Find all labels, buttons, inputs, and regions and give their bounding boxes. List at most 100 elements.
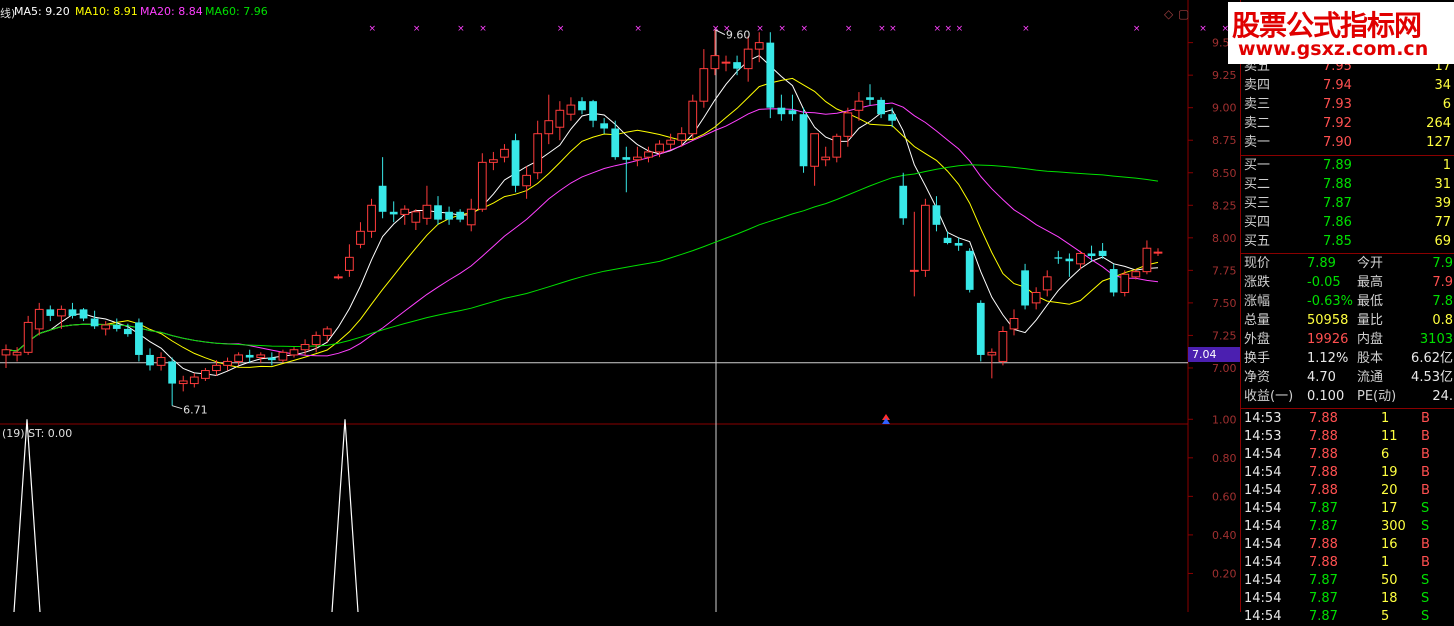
tick-side: S xyxy=(1421,501,1430,516)
candle xyxy=(79,308,88,322)
candle-body xyxy=(821,156,831,161)
bid-label: 买一 xyxy=(1244,158,1271,173)
candle xyxy=(589,99,597,128)
candle-body xyxy=(1076,252,1085,265)
candle xyxy=(622,146,631,193)
candle-body xyxy=(256,354,266,359)
candle-body xyxy=(400,208,410,215)
y-tick-label: 8.50 xyxy=(1212,167,1237,180)
stat-row[interactable]: 净资 4.70 流通 4.53亿 xyxy=(1241,369,1454,387)
tick-volume: 5 xyxy=(1381,609,1390,624)
candle-body xyxy=(843,112,853,137)
tick-row[interactable]: 14:54 7.88 6 B xyxy=(1241,446,1454,464)
tick-row[interactable]: 14:54 7.88 1 B xyxy=(1241,554,1454,572)
candle-body xyxy=(168,361,177,384)
ask-row[interactable]: 卖一 7.90 127 xyxy=(1241,134,1454,152)
bid-price: 7.85 xyxy=(1323,234,1352,249)
tick-time: 14:54 xyxy=(1244,465,1282,480)
candle xyxy=(456,209,465,223)
tick-price: 7.88 xyxy=(1309,555,1338,570)
candle xyxy=(156,352,166,371)
tick-row[interactable]: 14:54 7.88 16 B xyxy=(1241,536,1454,554)
diamond-icon[interactable]: ◇ xyxy=(1164,7,1173,21)
tick-side: S xyxy=(1421,519,1430,534)
tick-row[interactable]: 14:54 7.87 18 S xyxy=(1241,590,1454,608)
candle-body xyxy=(666,139,675,145)
y-tick-label: 7.50 xyxy=(1212,297,1237,310)
tick-price: 7.88 xyxy=(1309,429,1338,444)
candle-body xyxy=(90,318,99,327)
ask-row[interactable]: 卖三 7.93 6 xyxy=(1241,96,1454,114)
candle-body xyxy=(766,42,775,108)
stat-value-2: 7.8 xyxy=(1432,294,1453,309)
candle xyxy=(777,94,786,121)
tick-volume: 18 xyxy=(1381,591,1398,606)
bid-volume: 31 xyxy=(1434,177,1451,192)
stat-row[interactable]: 收益(一) 0.100 PE(动) 24. xyxy=(1241,388,1454,406)
signal-x-mark: × xyxy=(1133,24,1141,34)
bid-row[interactable]: 买三 7.87 39 xyxy=(1241,195,1454,213)
stat-row[interactable]: 外盘 19926 内盘 3103 xyxy=(1241,331,1454,349)
candle-body xyxy=(356,230,365,245)
ask-row[interactable]: 卖四 7.94 34 xyxy=(1241,77,1454,95)
stat-value-2: 24. xyxy=(1432,389,1453,404)
candle xyxy=(356,222,365,249)
bid-row[interactable]: 买四 7.86 77 xyxy=(1241,214,1454,232)
bid-row[interactable]: 买五 7.85 69 xyxy=(1241,233,1454,251)
candle xyxy=(367,198,376,238)
candle xyxy=(34,302,44,336)
signal-x-mark: × xyxy=(557,24,565,34)
bid-row[interactable]: 买二 7.88 31 xyxy=(1241,176,1454,194)
tick-row[interactable]: 14:54 7.87 5 S xyxy=(1241,608,1454,626)
candle xyxy=(710,29,720,76)
tick-time: 14:54 xyxy=(1244,501,1282,516)
candle-body xyxy=(1120,273,1130,293)
tick-row[interactable]: 14:53 7.88 1 B xyxy=(1241,410,1454,428)
stat-value: 7.89 xyxy=(1307,256,1336,271)
stat-row[interactable]: 换手 1.12% 股本 6.62亿 xyxy=(1241,350,1454,368)
bid-volume: 1 xyxy=(1442,158,1451,173)
tick-price: 7.87 xyxy=(1309,573,1338,588)
candlestick-chart[interactable]: 9.606.71 9.509.259.008.758.508.258.007.7… xyxy=(0,0,1240,612)
tick-row[interactable]: 14:54 7.87 17 S xyxy=(1241,500,1454,518)
candle-body xyxy=(511,140,520,186)
tick-row[interactable]: 14:54 7.87 50 S xyxy=(1241,572,1454,590)
candle-body xyxy=(733,62,741,69)
ma20-label: MA20: 8.84 xyxy=(140,5,203,18)
candle xyxy=(333,274,343,280)
candle-body xyxy=(289,349,299,356)
stat-value-2: 6.62亿 xyxy=(1411,351,1453,366)
bid-volume: 77 xyxy=(1434,215,1451,230)
bottom-tick-label: 1.00 xyxy=(1212,413,1237,426)
candle xyxy=(489,151,498,171)
stat-value-2: 7.9 xyxy=(1432,256,1453,271)
low-pointer xyxy=(172,405,183,410)
stat-row[interactable]: 总量 50958 量比 0.8 xyxy=(1241,312,1454,330)
tick-row[interactable]: 14:54 7.88 20 B xyxy=(1241,482,1454,500)
tick-price: 7.88 xyxy=(1309,537,1338,552)
candle xyxy=(1087,245,1096,262)
tick-row[interactable]: 14:53 7.88 11 B xyxy=(1241,428,1454,446)
signal-x-mark: × xyxy=(756,24,764,34)
ask-row[interactable]: 卖二 7.92 264 xyxy=(1241,115,1454,133)
candle xyxy=(90,310,99,329)
bid-row[interactable]: 买一 7.89 1 xyxy=(1241,157,1454,175)
stat-row[interactable]: 涨幅 -0.63% 最低 7.8 xyxy=(1241,293,1454,311)
ask-volume: 6 xyxy=(1442,97,1451,112)
candle xyxy=(223,357,232,371)
y-tick-label: 8.00 xyxy=(1212,232,1237,245)
bid-volume: 39 xyxy=(1434,196,1451,211)
tick-row[interactable]: 14:54 7.87 300 S xyxy=(1241,518,1454,536)
stat-row[interactable]: 涨跌 -0.05 最高 7.9 xyxy=(1241,274,1454,292)
stat-row[interactable]: 现价 7.89 今开 7.9 xyxy=(1241,255,1454,273)
stat-value-2: 4.53亿 xyxy=(1411,370,1453,385)
window-icon[interactable]: ▢ xyxy=(1178,7,1189,21)
candle xyxy=(854,92,864,121)
candle-body xyxy=(1,349,11,356)
indicator-prefix: 线) xyxy=(0,7,16,20)
candle xyxy=(976,300,985,362)
candle-body xyxy=(877,99,885,115)
tick-row[interactable]: 14:54 7.88 19 B xyxy=(1241,464,1454,482)
candle xyxy=(57,305,66,329)
candle xyxy=(422,185,432,225)
